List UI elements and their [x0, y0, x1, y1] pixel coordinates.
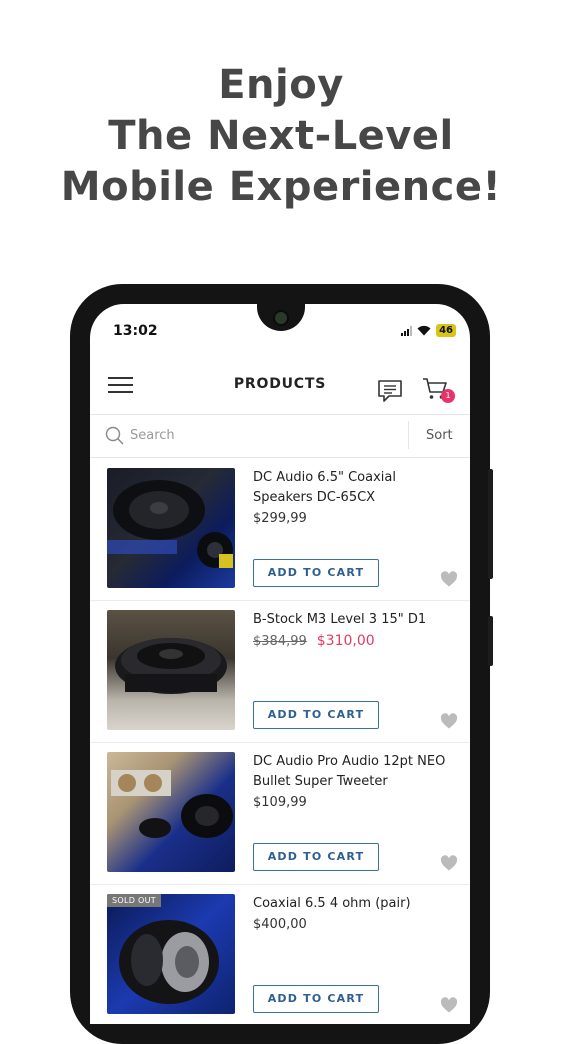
sale-price: $310,00	[316, 633, 375, 649]
list-item[interactable]: DC Audio Pro Audio 12pt NEO Bullet Super…	[90, 742, 470, 885]
status-icons: 46	[401, 324, 456, 337]
product-price-group: $384,99 $310,00	[253, 633, 375, 649]
product-image	[107, 610, 235, 730]
original-price: $384,99	[253, 634, 307, 649]
list-item[interactable]: SOLD OUT Coaxial 6.5 4 ohm (pair) $400,0…	[90, 884, 470, 1024]
heart-icon[interactable]	[440, 571, 458, 587]
list-item[interactable]: DC Audio 6.5" Coaxial Speakers DC-65CX $…	[90, 458, 470, 601]
app-bar: PRODUCTS 1	[90, 354, 470, 415]
phone-frame: 13:02 46 PRODUCTS 1 Search Sort DC Audio…	[70, 284, 493, 1044]
heart-icon[interactable]	[440, 997, 458, 1013]
product-name[interactable]: B-Stock M3 Level 3 15" D1	[253, 610, 453, 630]
product-name[interactable]: DC Audio 6.5" Coaxial Speakers DC-65CX	[253, 468, 453, 508]
add-to-cart-button[interactable]: ADD TO CART	[253, 701, 379, 729]
list-item[interactable]: B-Stock M3 Level 3 15" D1 $384,99 $310,00…	[90, 600, 470, 743]
search-input[interactable]: Search	[130, 428, 175, 443]
sold-out-badge: SOLD OUT	[107, 894, 161, 907]
product-image	[107, 468, 235, 588]
signal-icon	[401, 325, 413, 336]
headline-line-2: The Next-Level	[108, 113, 454, 159]
product-name[interactable]: Coaxial 6.5 4 ohm (pair)	[253, 894, 453, 914]
phone-side-button	[488, 469, 493, 579]
sort-button[interactable]: Sort	[426, 428, 453, 443]
add-to-cart-button[interactable]: ADD TO CART	[253, 843, 379, 871]
headline-line-3: Mobile Experience!	[60, 164, 502, 210]
menu-icon[interactable]	[108, 377, 133, 393]
page-title: PRODUCTS	[233, 376, 327, 392]
headline-line-1: Enjoy	[218, 62, 344, 108]
cart-count-badge: 1	[441, 389, 455, 403]
product-image: SOLD OUT	[107, 894, 235, 1014]
divider	[408, 421, 409, 449]
battery-icon: 46	[436, 324, 456, 337]
headline: Enjoy The Next-Level Mobile Experience!	[0, 60, 562, 213]
heart-icon[interactable]	[440, 855, 458, 871]
product-name[interactable]: DC Audio Pro Audio 12pt NEO Bullet Super…	[253, 752, 453, 792]
status-time: 13:02	[113, 323, 158, 339]
add-to-cart-button[interactable]: ADD TO CART	[253, 559, 379, 587]
phone-screen: 13:02 46 PRODUCTS 1 Search Sort DC Audio…	[90, 304, 470, 1024]
notch	[257, 304, 305, 331]
search-bar: Search Sort	[90, 415, 470, 458]
phone-side-button	[488, 616, 493, 666]
camera-icon	[275, 312, 287, 324]
chat-icon[interactable]	[377, 379, 403, 403]
add-to-cart-button[interactable]: ADD TO CART	[253, 985, 379, 1013]
search-icon	[105, 426, 124, 445]
heart-icon[interactable]	[440, 713, 458, 729]
product-price: $299,99	[253, 511, 307, 526]
wifi-icon	[417, 325, 431, 336]
product-price: $400,00	[253, 917, 307, 932]
product-image	[107, 752, 235, 872]
product-price: $109,99	[253, 795, 307, 810]
cart-button[interactable]: 1	[422, 377, 455, 407]
